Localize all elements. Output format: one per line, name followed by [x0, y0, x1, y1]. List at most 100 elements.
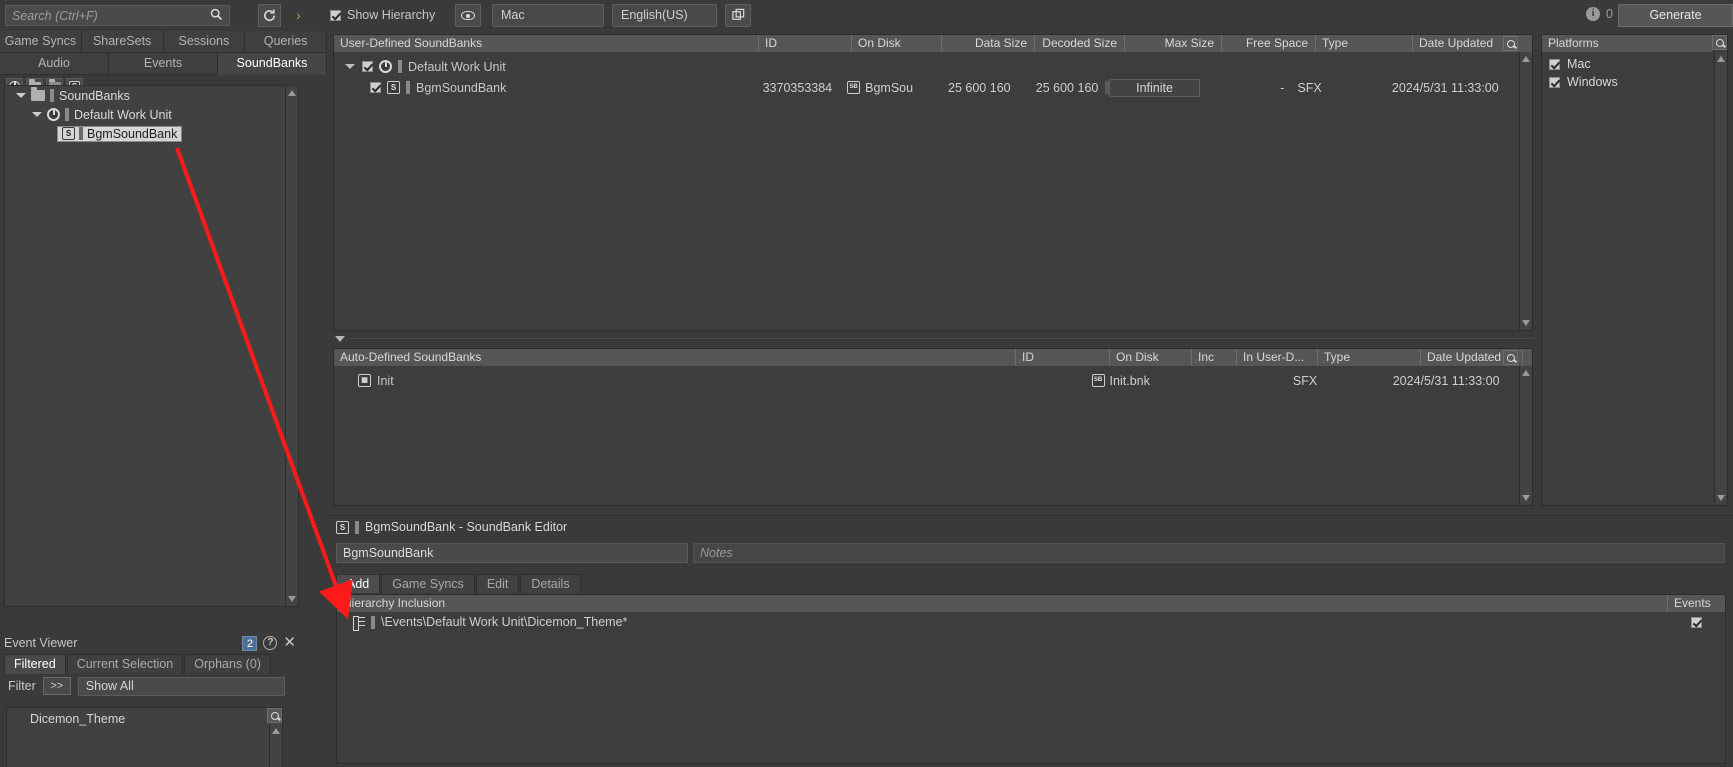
search-icon[interactable]	[267, 708, 282, 723]
search-icon[interactable]	[1503, 350, 1518, 365]
column-name[interactable]: Auto-Defined SoundBanks	[334, 349, 1016, 366]
tab-game-syncs[interactable]: Game Syncs	[381, 574, 475, 593]
column-date-updated[interactable]: Date Updated	[1413, 35, 1515, 52]
chevron-down-icon[interactable]	[15, 90, 26, 101]
column-type[interactable]: Type	[1318, 349, 1421, 366]
row-checkbox[interactable]	[370, 82, 381, 93]
column-in-user-defined[interactable]: In User-D...	[1237, 349, 1318, 366]
close-icon[interactable]: ✕	[283, 635, 296, 650]
platform-selector[interactable]: Mac	[492, 4, 604, 27]
tree-selection-highlight[interactable]: S BgmSoundBank	[57, 125, 183, 142]
column-data-size[interactable]: Data Size	[942, 35, 1035, 52]
column-name[interactable]: User-Defined SoundBanks	[334, 35, 759, 52]
table-row[interactable]: \Events\Default Work Unit\Dicemon_Theme*	[337, 612, 1725, 632]
tab-add[interactable]: Add	[336, 574, 381, 593]
row-date-updated: 2024/5/31 11:33:00	[1391, 80, 1499, 95]
column-decoded-size[interactable]: Decoded Size	[1035, 35, 1125, 52]
column-filler	[1523, 349, 1532, 366]
list-item[interactable]: Dicemon_Theme	[7, 708, 282, 726]
show-hierarchy-toggle[interactable]: Show Hierarchy	[330, 8, 435, 22]
table-row[interactable]: S BgmSoundBank 3370353384 SB BgmSou 25 6…	[334, 77, 1532, 98]
tab-orphans[interactable]: Orphans (0)	[184, 654, 271, 674]
table-row[interactable]: Default Work Unit	[334, 56, 1532, 77]
language-switch-icon[interactable]	[725, 4, 751, 27]
column-free-space[interactable]: Free Space	[1222, 35, 1316, 52]
column-type[interactable]: Type	[1316, 35, 1413, 52]
tab-filtered[interactable]: Filtered	[4, 654, 66, 674]
filter-input[interactable]: Show All	[77, 676, 285, 696]
main-content: User-Defined SoundBanks ID On Disk Data …	[328, 31, 1733, 767]
color-tag	[371, 615, 375, 629]
event-list-scrollbar[interactable]	[269, 724, 282, 767]
soundbanks-tree[interactable]: SoundBanks Default Work Unit S BgmSoundB…	[4, 85, 299, 607]
platforms-scrollbar[interactable]	[1714, 52, 1727, 505]
event-viewer-badge[interactable]: 2	[242, 635, 258, 651]
color-tag	[65, 108, 69, 121]
search-icon[interactable]	[204, 8, 229, 24]
tab-game-syncs[interactable]: Game Syncs	[0, 31, 82, 53]
events-checkbox[interactable]	[1691, 616, 1702, 628]
tab-current-selection[interactable]: Current Selection	[66, 654, 184, 674]
platforms-title: Platforms	[1542, 35, 1712, 52]
column-id[interactable]: ID	[759, 35, 852, 52]
column-hierarchy-inclusion[interactable]: Hierarchy Inclusion	[337, 595, 1668, 612]
tab-sharesets[interactable]: ShareSets	[81, 31, 164, 53]
tab-sessions[interactable]: Sessions	[163, 31, 246, 53]
column-on-disk[interactable]: On Disk	[852, 35, 942, 52]
row-checkbox[interactable]	[362, 61, 373, 72]
info-indicator[interactable]: i 0	[1586, 7, 1613, 21]
refresh-icon[interactable]	[258, 4, 281, 27]
eye-icon[interactable]	[455, 4, 481, 27]
auto-defined-column-headers: Auto-Defined SoundBanks ID On Disk Inc I…	[334, 349, 1532, 366]
tree-scrollbar[interactable]	[285, 86, 298, 606]
platform-item-windows[interactable]: Windows	[1542, 73, 1727, 91]
chevron-down-icon[interactable]	[335, 336, 345, 342]
search-input[interactable]	[6, 8, 204, 23]
column-events[interactable]: Events	[1668, 595, 1725, 612]
tab-audio[interactable]: Audio	[0, 53, 109, 75]
search-icon[interactable]	[1503, 36, 1518, 51]
chevron-down-icon[interactable]	[344, 61, 356, 73]
tree-item-default-work-unit[interactable]: Default Work Unit	[5, 105, 298, 124]
soundbank-name-input[interactable]: BgmSoundBank	[336, 543, 688, 563]
chevron-right-icon[interactable]: ›	[287, 4, 310, 27]
soundbank-icon: S	[387, 81, 400, 94]
help-icon[interactable]: ?	[263, 636, 278, 650]
color-tag	[406, 81, 410, 94]
platform-checkbox[interactable]	[1549, 76, 1560, 88]
user-defined-scrollbar[interactable]	[1519, 52, 1532, 330]
chevron-down-icon[interactable]	[31, 109, 42, 120]
event-viewer-list[interactable]: Dicemon_Theme	[6, 707, 283, 767]
row-type: SFX	[1297, 80, 1322, 95]
platform-item-mac[interactable]: Mac	[1542, 55, 1727, 73]
column-on-disk[interactable]: On Disk	[1110, 349, 1192, 366]
search-box[interactable]	[5, 5, 230, 26]
platform-checkbox[interactable]	[1549, 58, 1560, 70]
column-inc[interactable]: Inc	[1192, 349, 1237, 366]
filter-expand-button[interactable]: >>	[42, 677, 71, 695]
tab-soundbanks[interactable]: SoundBanks	[218, 53, 327, 75]
auto-defined-scrollbar[interactable]	[1519, 366, 1532, 505]
column-max-size[interactable]: Max Size	[1125, 35, 1222, 52]
tab-details[interactable]: Details	[520, 574, 581, 593]
left-panel: Game Syncs ShareSets Sessions Queries Au…	[0, 31, 327, 767]
info-count: 0	[1606, 7, 1613, 21]
tree-item-bgmsoundbank[interactable]: S BgmSoundBank	[5, 124, 298, 143]
table-row[interactable]: ▦ Init SB Init.bnk SFX 2024/5/31 11:33:0…	[334, 370, 1532, 391]
column-id[interactable]: ID	[1016, 349, 1110, 366]
splitter-collapse[interactable]	[333, 334, 1533, 345]
tab-queries[interactable]: Queries	[245, 31, 327, 53]
project-tabs-row-1: Game Syncs ShareSets Sessions Queries	[0, 31, 327, 53]
notes-input[interactable]: Notes	[693, 543, 1725, 563]
tab-events[interactable]: Events	[109, 53, 218, 75]
row-name: Default Work Unit	[408, 59, 506, 74]
search-icon[interactable]	[1712, 35, 1727, 50]
show-hierarchy-checkbox[interactable]	[330, 9, 341, 21]
tree-item-soundbanks[interactable]: SoundBanks	[5, 86, 298, 105]
soundbank-icon: S	[62, 127, 75, 140]
row-max-size[interactable]: Infinite	[1109, 78, 1200, 97]
language-selector[interactable]: English(US)	[612, 4, 717, 27]
generate-button[interactable]: Generate	[1618, 4, 1733, 27]
tab-edit[interactable]: Edit	[475, 574, 520, 593]
event-viewer-tabs: Filtered Current Selection Orphans (0)	[0, 654, 300, 674]
